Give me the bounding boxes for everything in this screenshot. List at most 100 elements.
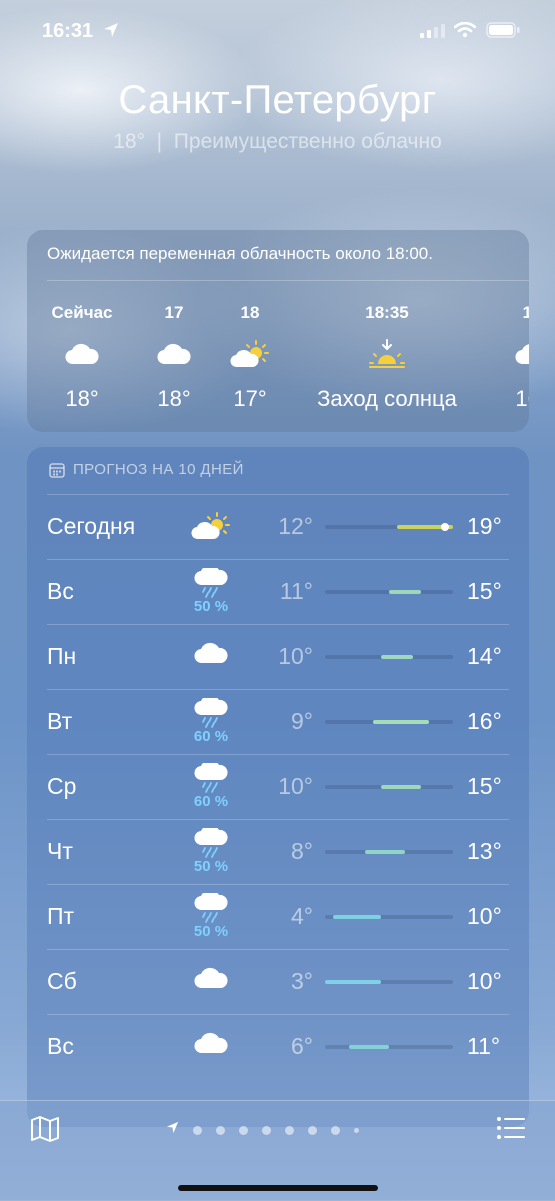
temperature-range-bar <box>333 915 381 919</box>
low-temperature: 10° <box>278 773 313 799</box>
low-temperature: 12° <box>278 513 313 539</box>
high-temperature: 16° <box>467 708 502 734</box>
hourly-forecast-card[interactable]: Ожидается переменная облачность около 18… <box>27 230 529 432</box>
current-location-arrow-icon[interactable] <box>166 1121 179 1139</box>
temperature-range-track <box>325 720 453 724</box>
hour-item: Сейчас 18° <box>47 302 117 412</box>
location-arrow-icon <box>103 22 119 43</box>
temperature-range-track <box>325 980 453 984</box>
page-dot[interactable] <box>262 1125 271 1135</box>
day-label: Вт <box>47 708 73 734</box>
high-temperature: 10° <box>467 968 502 994</box>
day-row: Вс 50 % 11° 15° <box>27 560 529 625</box>
hour-label: Сейчас <box>51 303 113 322</box>
battery-icon <box>486 22 520 43</box>
divider <box>47 280 529 281</box>
temperature-range-bar <box>365 850 405 854</box>
ten-day-header: ПРОГНОЗ НА 10 ДНЕЙ <box>49 461 244 478</box>
hour-label: 18:35 <box>365 303 409 322</box>
high-temperature: 13° <box>467 838 502 864</box>
day-label: Вс <box>47 1033 74 1059</box>
precipitation-chance: 50 % <box>193 923 229 940</box>
bottom-toolbar <box>0 1100 555 1201</box>
list-icon[interactable] <box>496 1115 526 1146</box>
condition-text: Преимущественно облачно <box>173 130 442 153</box>
day-label: Сегодня <box>47 513 136 539</box>
ten-day-title: ПРОГНОЗ НА 10 ДНЕЙ <box>73 461 244 478</box>
low-temperature: 10° <box>278 643 313 669</box>
cloud-icon <box>147 336 201 372</box>
temperature-range-track <box>325 1045 453 1049</box>
temperature-range-bar <box>325 980 381 984</box>
page-indicator[interactable] <box>166 1121 373 1139</box>
hour-label: 18 <box>240 303 260 322</box>
low-temperature: 8° <box>291 838 313 864</box>
high-temperature: 11° <box>467 1033 501 1059</box>
rain-cloud-icon <box>191 828 231 858</box>
precipitation-chance: 60 % <box>193 728 229 745</box>
day-label: Ср <box>47 773 77 799</box>
high-temperature: 15° <box>467 578 502 604</box>
temperature-range-bar <box>349 1045 389 1049</box>
hour-item: 17 18° <box>147 302 201 412</box>
temperature-range-bar <box>373 720 429 724</box>
hour-temperature: 17° <box>233 386 267 411</box>
rain-cloud-icon <box>191 698 231 728</box>
hour-item: 19 16° <box>505 302 529 412</box>
precipitation-chance: 50 % <box>193 858 229 875</box>
page-dot[interactable] <box>193 1125 202 1135</box>
day-row: Вс 6° 11° <box>27 1015 529 1080</box>
cloud-icon <box>191 642 231 672</box>
day-label: Чт <box>47 838 73 864</box>
low-temperature: 3° <box>291 968 313 994</box>
high-temperature: 14° <box>467 643 502 669</box>
day-label: Сб <box>47 968 77 994</box>
day-row: Ср 60 % 10° 15° <box>27 755 529 820</box>
page-dot[interactable] <box>239 1125 248 1135</box>
status-time: 16:31 <box>42 20 94 42</box>
partly-sunny-icon <box>223 336 277 372</box>
day-row: Сегодня 12° 19° <box>27 495 529 560</box>
precipitation-chance: 60 % <box>193 793 229 810</box>
city-name: Санкт-Петербург <box>118 78 437 122</box>
ten-day-forecast-card[interactable]: ПРОГНОЗ НА 10 ДНЕЙ Сегодня 12° 19° Вс 50 % 11… <box>27 447 529 1127</box>
temperature-range-track <box>325 915 453 919</box>
rain-cloud-icon <box>191 763 231 793</box>
cloud-icon <box>191 967 231 997</box>
sunset-item: 18:35 Заход солнца <box>302 302 472 412</box>
temperature-range-track <box>325 785 453 789</box>
page-dot[interactable] <box>308 1125 317 1135</box>
map-icon[interactable] <box>30 1115 60 1148</box>
low-temperature: 9° <box>291 708 313 734</box>
current-conditions: 18° | Преимущественно облачно <box>0 130 555 154</box>
page-dot[interactable] <box>216 1125 225 1135</box>
temperature-range-bar <box>381 785 421 789</box>
cloud-icon <box>191 1032 231 1062</box>
page-dot[interactable] <box>331 1125 340 1135</box>
page-dot[interactable] <box>354 1127 359 1133</box>
hour-temperature: 18° <box>157 386 191 411</box>
rain-cloud-icon <box>191 568 231 598</box>
day-label: Вс <box>47 578 74 604</box>
hour-temperature: 18° <box>65 386 99 411</box>
day-row: Пт 50 % 4° 10° <box>27 885 529 950</box>
temperature-range-track <box>325 523 453 531</box>
hour-label: 19 <box>522 303 529 322</box>
cloud-icon <box>47 336 117 372</box>
rain-cloud-icon <box>191 893 231 923</box>
page-dot[interactable] <box>285 1125 294 1135</box>
calendar-icon <box>49 462 65 478</box>
temperature-range-bar <box>389 590 421 594</box>
low-temperature: 4° <box>291 903 313 929</box>
home-indicator <box>178 1185 378 1191</box>
sunset-label: Заход солнца <box>317 386 457 411</box>
day-row: Сб 3° 10° <box>27 950 529 1015</box>
day-label: Пн <box>47 643 77 669</box>
temperature-range-track <box>325 850 453 854</box>
status-bar: 16:31 <box>0 18 555 48</box>
temperature-range-bar <box>381 655 413 659</box>
high-temperature: 10° <box>467 903 502 929</box>
separator: | <box>150 130 168 153</box>
day-label: Пт <box>47 903 75 929</box>
high-temperature: 19° <box>467 513 502 539</box>
